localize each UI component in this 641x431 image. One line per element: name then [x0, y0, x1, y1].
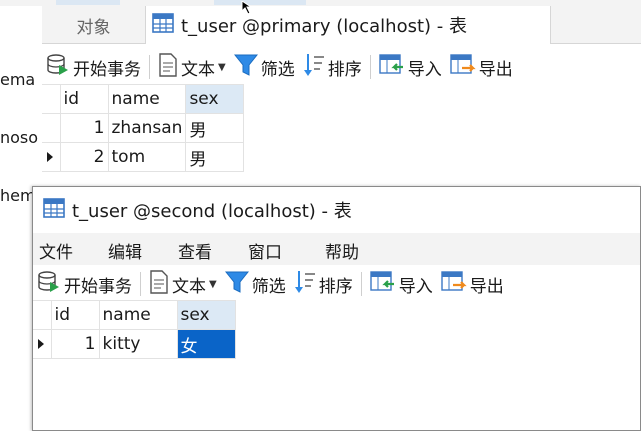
back-data-grid: id name sex 1 zhansan 男 2 tom 男: [42, 84, 245, 172]
export-button[interactable]: 导出: [441, 269, 504, 299]
column-header-id[interactable]: id: [59, 84, 109, 114]
tab-bar: 对象 t_user @primary (localhost) - 表: [42, 6, 641, 44]
database-transaction-icon: [37, 270, 64, 299]
cell-sex[interactable]: 男: [185, 142, 245, 172]
top-tab-highlight: [56, 0, 120, 5]
sort-icon: [303, 52, 328, 83]
menu-help[interactable]: 帮助: [325, 238, 359, 263]
top-tab-highlight: [214, 0, 306, 5]
mouse-cursor-icon: [240, 0, 258, 19]
menu-window[interactable]: 窗口: [248, 238, 282, 263]
cell-name[interactable]: kitty: [98, 329, 178, 359]
menu-bar: 文件 编辑 查看 窗口 帮助: [33, 233, 640, 265]
sort-button[interactable]: 排序: [294, 269, 353, 299]
funnel-filter-icon: [233, 53, 261, 82]
menu-edit[interactable]: 编辑: [108, 238, 142, 263]
front-data-grid: id name sex 1 kitty 女: [33, 300, 236, 359]
import-button[interactable]: 导入: [370, 269, 433, 299]
row-indicator-header: [33, 300, 52, 330]
menu-file[interactable]: 文件: [39, 238, 73, 263]
import-label: 导入: [398, 276, 433, 297]
cell-id[interactable]: 2: [59, 142, 109, 172]
export-label: 导出: [469, 276, 504, 297]
database-transaction-icon: [46, 53, 73, 82]
toolbar-divider: [140, 272, 141, 296]
table-icon: [152, 12, 174, 39]
begin-transaction-label: 开始事务: [73, 59, 141, 80]
sort-label: 排序: [327, 59, 362, 80]
column-header-sex[interactable]: sex: [185, 84, 245, 114]
cell-sex[interactable]: 女: [176, 329, 236, 359]
row-indicator: [42, 113, 61, 143]
sort-button[interactable]: 排序: [303, 52, 362, 82]
tab-label: t_user @primary (localhost) - 表: [181, 16, 467, 37]
sort-icon: [294, 269, 319, 300]
text-label: 文本: [181, 59, 215, 80]
menu-view[interactable]: 查看: [178, 238, 212, 263]
filter-button[interactable]: 筛选: [233, 52, 295, 82]
import-button[interactable]: 导入: [379, 52, 442, 82]
row-pointer-icon: [47, 152, 53, 162]
text-dropdown-button[interactable]: 文本 ▼: [158, 52, 226, 82]
begin-transaction-label: 开始事务: [64, 276, 132, 297]
toolbar-divider: [369, 55, 371, 79]
export-icon: [441, 270, 470, 299]
sort-label: 排序: [318, 276, 353, 297]
cell-id[interactable]: 1: [50, 329, 100, 359]
export-button[interactable]: 导出: [450, 52, 513, 82]
sidebar-item[interactable]: noso: [0, 128, 38, 147]
cell-name[interactable]: tom: [107, 142, 187, 172]
funnel-filter-icon: [224, 270, 252, 299]
table-icon: [43, 197, 72, 224]
row-indicator: [42, 142, 61, 172]
row-indicator: [33, 329, 52, 359]
export-label: 导出: [478, 59, 513, 80]
cell-sex[interactable]: 男: [185, 113, 245, 143]
toolbar-divider: [360, 272, 362, 296]
tab-objects[interactable]: 对象: [42, 6, 145, 44]
table-row[interactable]: 1 kitty 女: [33, 329, 236, 359]
front-table-window: t_user @second (localhost) - 表 文件 编辑 查看 …: [32, 186, 641, 431]
filter-button[interactable]: 筛选: [224, 269, 286, 299]
chevron-down-icon: ▼: [218, 61, 226, 73]
column-header-name[interactable]: name: [107, 84, 187, 114]
table-row[interactable]: 1 zhansan 男: [42, 113, 245, 143]
begin-transaction-button[interactable]: 开始事务: [37, 269, 132, 299]
window-title: t_user @second (localhost) - 表: [72, 201, 352, 222]
document-text-icon: [158, 52, 181, 82]
back-toolbar: 开始事务 文本 ▼ 筛选 排序 导入 导出: [46, 52, 513, 82]
table-row[interactable]: 2 tom 男: [42, 142, 245, 172]
column-header-name[interactable]: name: [98, 300, 178, 330]
text-dropdown-button[interactable]: 文本 ▼: [149, 269, 217, 299]
toolbar-divider: [149, 55, 150, 79]
export-icon: [450, 53, 479, 82]
row-pointer-icon: [38, 339, 44, 349]
column-header-id[interactable]: id: [50, 300, 100, 330]
sidebar-item[interactable]: ema: [0, 70, 35, 89]
grid-header-row: id name sex: [33, 300, 236, 330]
filter-label: 筛选: [251, 276, 286, 297]
filter-label: 筛选: [260, 59, 295, 80]
cell-name[interactable]: zhansan: [107, 113, 187, 143]
grid-header-row: id name sex: [42, 84, 245, 114]
begin-transaction-button[interactable]: 开始事务: [46, 52, 141, 82]
tab-t-user-primary[interactable]: t_user @primary (localhost) - 表: [145, 6, 551, 44]
column-header-sex[interactable]: sex: [176, 300, 236, 330]
import-label: 导入: [407, 59, 442, 80]
chevron-down-icon: ▼: [209, 278, 217, 290]
import-icon: [370, 270, 399, 299]
import-icon: [379, 53, 408, 82]
text-label: 文本: [172, 276, 206, 297]
window-title-bar[interactable]: t_user @second (localhost) - 表: [33, 187, 640, 233]
document-text-icon: [149, 269, 172, 299]
cell-id[interactable]: 1: [59, 113, 109, 143]
row-indicator-header: [42, 84, 61, 114]
sidebar-item[interactable]: hem: [0, 186, 36, 205]
front-toolbar: 开始事务 文本 ▼ 筛选 排序 导入 导出: [37, 269, 504, 299]
